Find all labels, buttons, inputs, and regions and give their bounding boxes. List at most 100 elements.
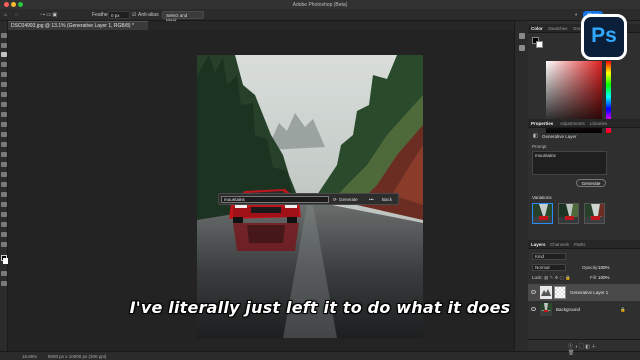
layers-panel-tabs: Layers Channels Paths xyxy=(528,240,640,249)
fill-input[interactable]: 100% xyxy=(598,275,610,280)
variation-image xyxy=(585,204,604,223)
object-selection-tool-icon[interactable] xyxy=(1,62,7,67)
layer-mask-thumbnail[interactable] xyxy=(554,286,566,299)
lock-icon: 🔒 xyxy=(620,307,626,312)
contextual-task-bar: mountains ⟳ Generate ••• Back xyxy=(218,193,399,205)
prompt-label: Prompt xyxy=(532,144,547,149)
kind-label: Kind xyxy=(535,254,545,259)
app-title: Adobe Photoshop (Beta) xyxy=(292,2,348,8)
variations-label: Variations xyxy=(532,195,552,200)
panel-background-swatch[interactable] xyxy=(536,41,543,48)
home-icon[interactable]: ⌂ xyxy=(4,12,7,18)
fill-label: Fill: xyxy=(590,275,597,280)
rectangle-tool-icon[interactable] xyxy=(1,212,7,217)
opacity-label: Opacity: xyxy=(582,265,599,270)
screen-mode-icon[interactable] xyxy=(1,281,7,286)
title-bar: Adobe Photoshop (Beta) xyxy=(0,0,640,9)
layer-type-label: Generative Layer xyxy=(542,134,577,139)
panel-dock xyxy=(514,21,528,351)
panel-generate-button[interactable]: Generate xyxy=(576,179,606,187)
frame-tool-icon[interactable] xyxy=(1,82,7,87)
tab-color[interactable]: Color xyxy=(531,26,543,31)
background-layer-thumbnail xyxy=(540,303,552,316)
anti-alias-label: Anti-alias xyxy=(138,12,159,18)
layer-name[interactable]: Background xyxy=(556,307,580,312)
blend-mode-select[interactable]: Normal xyxy=(532,264,566,271)
generate-icon: ⟳ xyxy=(333,197,337,202)
anti-alias-checkbox[interactable]: ☑ xyxy=(132,12,136,18)
lock-label: Lock: xyxy=(532,275,543,280)
history-brush-tool-icon[interactable] xyxy=(1,132,7,137)
photoshop-logo-badge: Ps xyxy=(581,14,627,60)
tab-channels[interactable]: Channels xyxy=(550,242,569,247)
tab-swatches[interactable]: Swatches xyxy=(548,26,568,31)
more-tools-icon[interactable] xyxy=(1,242,7,247)
eyedropper-tool-icon[interactable] xyxy=(1,92,7,97)
crop-tool-icon[interactable] xyxy=(1,72,7,77)
layer-thumbnail xyxy=(540,303,552,316)
lasso-tool-options-icon[interactable]: ◌ xyxy=(15,12,18,18)
opacity-input[interactable]: 100% xyxy=(598,265,610,270)
properties-panel-tabs: Properties Adjustments Libraries xyxy=(528,119,640,128)
panel-generate-label: Generate xyxy=(581,181,601,186)
lock-icons[interactable]: ▦ ✎ ✥ ▢ 🔒 xyxy=(544,275,571,281)
quick-mask-icon[interactable] xyxy=(1,271,7,276)
marquee-tool-icon[interactable] xyxy=(1,43,7,48)
brush-tool-icon[interactable] xyxy=(1,112,7,117)
prompt-input[interactable]: mountains xyxy=(221,196,329,203)
lasso-tool-icon[interactable] xyxy=(1,52,7,57)
brush-settings-icon[interactable] xyxy=(519,45,525,51)
history-panel-icon[interactable] xyxy=(519,33,525,39)
tab-layers[interactable]: Layers xyxy=(531,242,546,247)
eye-icon[interactable] xyxy=(531,307,536,311)
tab-properties[interactable]: Properties xyxy=(531,121,553,126)
variation-thumbnail[interactable] xyxy=(558,203,579,224)
document-tab[interactable]: DSC04993.jpg @ 13.1% (Generative Layer 1… xyxy=(8,21,148,30)
person-icon[interactable]: ◐ xyxy=(575,12,578,18)
feather-input[interactable]: 0 px xyxy=(108,11,130,19)
layer-row-generative-layer-1[interactable]: Generative Layer 1 xyxy=(528,284,640,301)
path-selection-tool-icon[interactable] xyxy=(1,202,7,207)
right-panels: Color Swatches Gra Properties Adjustment… xyxy=(528,21,640,356)
generate-button[interactable]: Generate xyxy=(339,196,358,203)
variation-thumbnail[interactable] xyxy=(584,203,605,224)
layer-name[interactable]: Generative Layer 1 xyxy=(570,290,608,295)
generative-layer-icon: ◧ xyxy=(533,133,538,139)
gradient-tool-icon[interactable] xyxy=(1,152,7,157)
document-dimensions: 8000 px x 10000 px (300 ppi) xyxy=(48,354,107,359)
blend-mode-value: Normal xyxy=(535,265,550,270)
select-and-mask-button[interactable]: Select and Mask... xyxy=(162,11,204,23)
eye-icon[interactable] xyxy=(531,290,536,294)
photoshop-logo-text: Ps xyxy=(591,24,617,47)
type-tool-icon[interactable] xyxy=(1,192,7,197)
variation-thumbnail[interactable] xyxy=(532,203,553,224)
eraser-tool-icon[interactable] xyxy=(1,142,7,147)
move-tool-icon[interactable] xyxy=(1,33,7,38)
more-options-button[interactable]: ••• xyxy=(369,196,374,203)
blur-tool-icon[interactable] xyxy=(1,162,7,167)
document-tab-title: DSC04993.jpg @ 13.1% (Generative Layer 1… xyxy=(11,23,134,29)
selection-mode-icons[interactable]: ▫ ▪ ▭ ▣ xyxy=(40,12,57,18)
clone-stamp-tool-icon[interactable] xyxy=(1,122,7,127)
tab-paths[interactable]: Paths xyxy=(574,242,586,247)
dodge-tool-icon[interactable] xyxy=(1,172,7,177)
zoom-tool-icon[interactable] xyxy=(1,232,7,237)
layers-panel-footer: ⓕ ◑ ▢ ◧ ＋ 🗑 xyxy=(528,339,640,356)
hand-tool-icon[interactable] xyxy=(1,222,7,227)
options-bar: ⌂ ◌ ▫ ▪ ▭ ▣ Feather: 0 px ☑ Anti-alias S… xyxy=(0,9,640,23)
tab-gradients[interactable]: Gra xyxy=(573,26,581,31)
variation-image xyxy=(533,204,552,223)
layer-row-background[interactable]: Background 🔒 xyxy=(528,301,640,318)
layer-thumbnail xyxy=(540,286,552,299)
tab-adjustments[interactable]: Adjustments xyxy=(560,121,585,126)
variation-image xyxy=(559,204,578,223)
tab-libraries[interactable]: Libraries xyxy=(590,121,607,126)
zoom-level[interactable]: 16.66% xyxy=(22,354,37,359)
pen-tool-icon[interactable] xyxy=(1,182,7,187)
healing-brush-tool-icon[interactable] xyxy=(1,102,7,107)
layer-filter-kind[interactable]: Kind xyxy=(532,253,566,260)
generative-layer-thumbnail xyxy=(540,286,552,299)
back-button[interactable]: Back xyxy=(382,196,392,203)
panel-prompt-textarea[interactable]: mountains xyxy=(532,151,607,175)
status-bar: 16.66% 8000 px x 10000 px (300 ppi) xyxy=(0,351,640,360)
